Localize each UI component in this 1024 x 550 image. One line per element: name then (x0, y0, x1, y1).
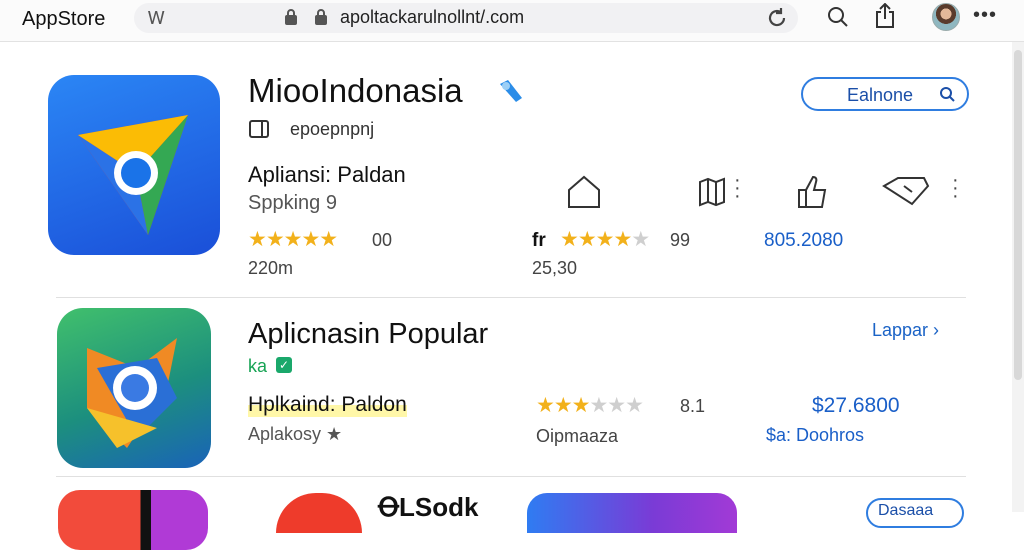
lock-icon (285, 9, 297, 25)
featured-app-title[interactable]: MiooIndonasia (248, 72, 463, 110)
row3-action-label: Dasaaa (878, 502, 934, 519)
app-logo-icon (78, 115, 188, 235)
share-icon[interactable] (873, 3, 897, 29)
reload-icon[interactable] (764, 5, 790, 31)
featured-star-rating: ★★★★★ (248, 228, 338, 251)
row3-banner[interactable] (527, 493, 737, 533)
more-options-icon[interactable]: · · · (952, 170, 959, 206)
row-divider (56, 297, 966, 298)
popular-price: $27.6800 (812, 394, 900, 417)
featured-secondary-count: 25,30 (532, 258, 578, 278)
popular-category: Hplkaind: Paldon (248, 393, 407, 417)
url-text: apoltackarulnollnt/.com (340, 7, 525, 27)
developer-name[interactable]: epoepnpnj (290, 119, 374, 140)
home-icon[interactable] (566, 174, 602, 210)
more-menu-icon[interactable]: ••• (973, 4, 997, 27)
popular-rating-count: Oipmaaza (536, 426, 619, 446)
site-icon: Ꮃ (148, 8, 166, 28)
featured-action-label: Ealnone (847, 85, 914, 105)
tag-icon[interactable] (882, 174, 930, 208)
popular-app-title[interactable]: Aplicnasin Popular (248, 318, 488, 351)
featured-size: 220m (248, 258, 294, 278)
popular-action-link[interactable]: Lappar › (872, 320, 939, 341)
developer-icon-divider (261, 120, 269, 138)
featured-secondary-rating: 99 (670, 230, 691, 250)
featured-secondary-stars: ★★★★★ (560, 228, 650, 251)
popular-price-sub: $a: Doohros (766, 425, 865, 445)
featured-category: Apliansi: Paldan (248, 162, 406, 187)
search-icon[interactable] (826, 5, 850, 29)
check-icon: ✓ (276, 357, 292, 373)
popular-subtitle: Aplakosy ★ (248, 424, 343, 444)
row3-app-icon-red[interactable] (276, 493, 362, 533)
row-divider (56, 476, 966, 477)
address-bar[interactable]: Ꮃ apoltackarulnollnt/.com (134, 3, 798, 33)
lock-icon (315, 9, 327, 25)
map-icon[interactable] (698, 176, 726, 208)
more-options-icon[interactable]: · · · (734, 170, 741, 206)
featured-app-icon[interactable] (48, 75, 220, 255)
scrollbar[interactable] (1012, 42, 1024, 512)
row3-app-icon[interactable] (58, 490, 208, 550)
popular-star-rating: ★★★★★★ (536, 394, 644, 417)
thumbs-up-icon[interactable] (796, 174, 830, 210)
featured-subtitle: Sppking 9 (248, 192, 337, 214)
featured-action-button[interactable]: Ealnone (801, 77, 969, 111)
scrollbar-thumb[interactable] (1014, 50, 1022, 380)
app-logo-icon (87, 338, 177, 448)
browser-toolbar: AppStore Ꮃ apoltackarulnollnt/.com ••• (0, 0, 1024, 42)
popular-tag: ka (248, 356, 268, 376)
featured-rating-count: 00 (372, 230, 393, 250)
popular-app-icon[interactable] (57, 308, 211, 468)
verified-badge-icon (500, 80, 522, 102)
app-title: AppStore (22, 8, 106, 30)
popular-rating-value: 8.1 (680, 396, 706, 416)
featured-secondary-label: fr (532, 230, 546, 251)
search-icon (940, 87, 955, 102)
avatar[interactable] (932, 3, 960, 31)
row3-app-title[interactable]: ꝊLSodk (378, 492, 478, 523)
featured-price: 805.2080 (764, 230, 844, 251)
row3-action-button[interactable]: Dasaaa (866, 498, 964, 528)
